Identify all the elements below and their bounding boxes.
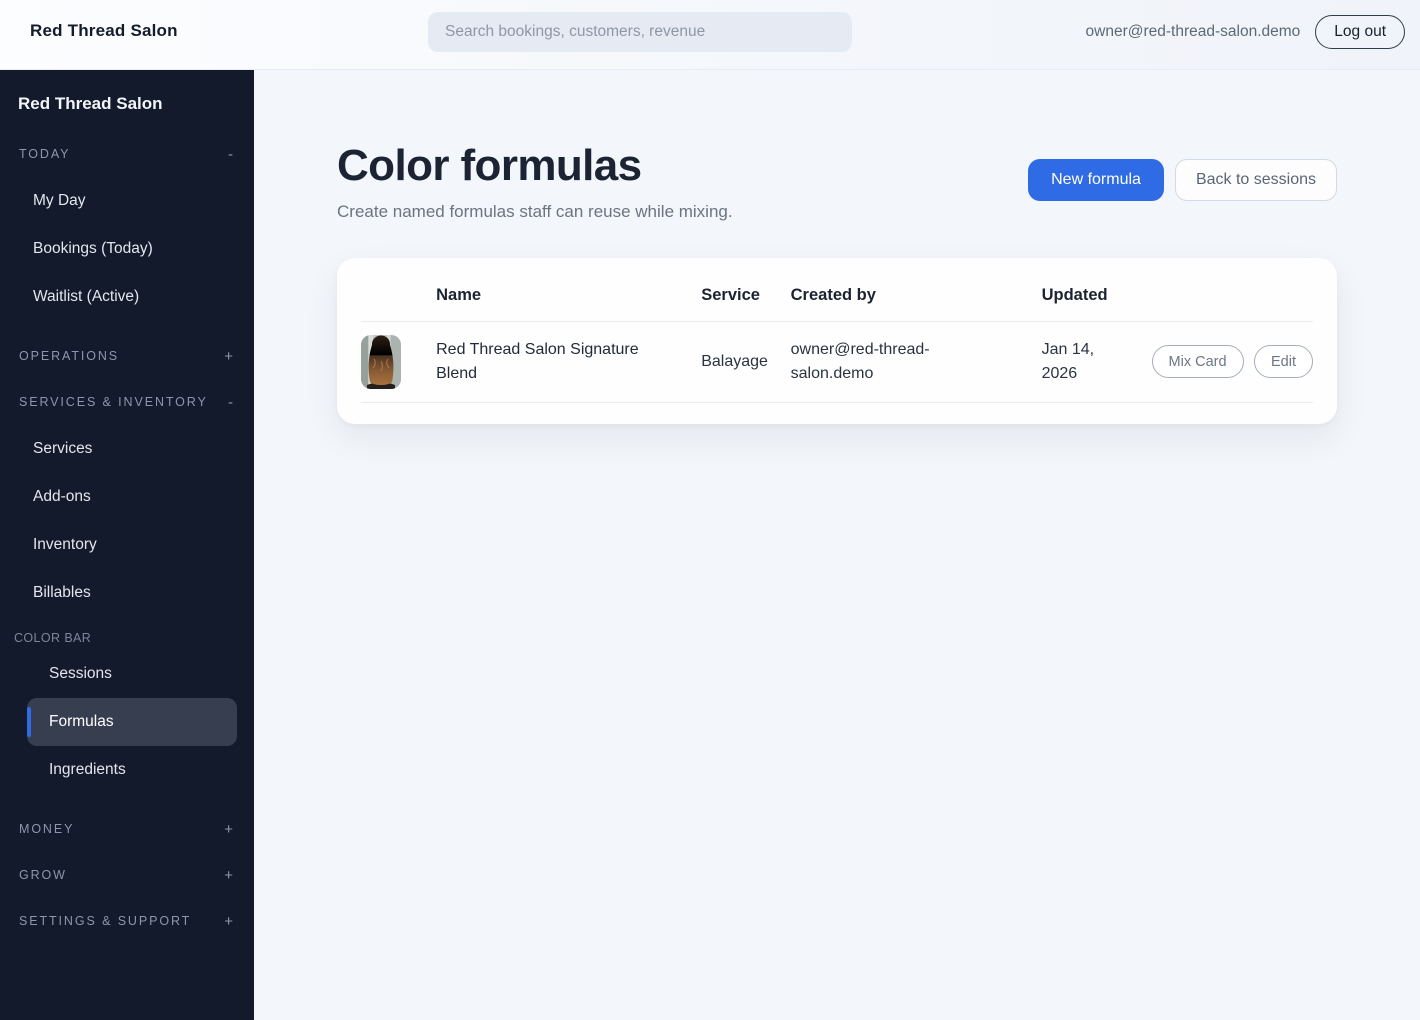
sidebar-item-sessions[interactable]: Sessions xyxy=(0,650,254,698)
sidebar-item-add-ons[interactable]: Add-ons xyxy=(0,473,254,521)
column-actions xyxy=(1151,281,1313,322)
page-header-text: Color formulas Create named formulas sta… xyxy=(337,140,733,222)
expand-plus-icon: + xyxy=(224,912,233,930)
sidebar-item-billables[interactable]: Billables xyxy=(0,569,254,617)
main-area: Color formulas Create named formulas sta… xyxy=(254,70,1420,1020)
section-label: MONEY xyxy=(19,822,75,836)
app-brand: Red Thread Salon xyxy=(30,21,178,40)
section-label: GROW xyxy=(19,868,67,882)
top-bar: Red Thread Salon owner@red-thread-salon.… xyxy=(0,0,1420,70)
mix-card-button[interactable]: Mix Card xyxy=(1151,345,1244,379)
page-actions: New formula Back to sessions xyxy=(1028,159,1337,201)
sidebar-item-waitlist-active[interactable]: Waitlist (Active) xyxy=(0,273,254,321)
user-email: owner@red-thread-salon.demo xyxy=(1085,23,1301,40)
page-header: Color formulas Create named formulas sta… xyxy=(337,140,1337,222)
column-name: Name xyxy=(436,281,702,322)
page-title: Color formulas xyxy=(337,141,642,190)
column-created-by: Created by xyxy=(790,281,1042,322)
search-input[interactable] xyxy=(428,12,852,52)
sidebar-section-settings-support[interactable]: SETTINGS & SUPPORT + xyxy=(0,898,254,944)
sidebar-item-inventory[interactable]: Inventory xyxy=(0,521,254,569)
global-search xyxy=(428,12,852,52)
column-photo xyxy=(361,281,437,322)
content-container: Color formulas Create named formulas sta… xyxy=(337,70,1337,424)
column-service: Service xyxy=(701,281,791,322)
logout-button[interactable]: Log out xyxy=(1315,15,1405,49)
table-header-row: Name Service Created by Updated xyxy=(361,281,1313,322)
column-updated: Updated xyxy=(1041,281,1152,322)
sidebar-section-money[interactable]: MONEY + xyxy=(0,806,254,852)
app-shell: Red Thread Salon TODAY - My Day Bookings… xyxy=(0,70,1420,1020)
collapse-minus-icon: - xyxy=(228,393,233,411)
sidebar-item-label: Formulas xyxy=(49,713,114,730)
formula-updated: Jan 14, 2026 xyxy=(1041,340,1095,382)
active-indicator-bar xyxy=(27,707,31,737)
formula-name: Red Thread Salon Signature Blend xyxy=(436,340,639,382)
edit-button[interactable]: Edit xyxy=(1254,345,1313,379)
expand-plus-icon: + xyxy=(224,347,233,365)
section-label: TODAY xyxy=(19,147,71,161)
sidebar-item-ingredients[interactable]: Ingredients xyxy=(0,746,254,794)
expand-plus-icon: + xyxy=(224,866,233,884)
formulas-table: Name Service Created by Updated Red Thre… xyxy=(361,281,1313,403)
section-label: SERVICES & INVENTORY xyxy=(19,395,208,409)
sidebar-section-services-inventory[interactable]: SERVICES & INVENTORY - xyxy=(0,379,254,425)
sidebar-section-grow[interactable]: GROW + xyxy=(0,852,254,898)
formulas-card: Name Service Created by Updated Red Thre… xyxy=(337,257,1337,424)
sidebar-section-today[interactable]: TODAY - xyxy=(0,131,254,177)
sidebar-item-my-day[interactable]: My Day xyxy=(0,177,254,225)
section-label: OPERATIONS xyxy=(19,349,120,363)
row-actions: Mix Card Edit xyxy=(1151,321,1313,403)
thumbnail-cell xyxy=(361,321,437,403)
formula-thumbnail-image xyxy=(361,334,401,389)
sidebar-title: Red Thread Salon xyxy=(18,94,163,113)
sidebar-item-bookings-today[interactable]: Bookings (Today) xyxy=(0,225,254,273)
section-label: SETTINGS & SUPPORT xyxy=(19,914,192,928)
new-formula-button[interactable]: New formula xyxy=(1028,159,1164,201)
sidebar: Red Thread Salon TODAY - My Day Bookings… xyxy=(0,70,254,1020)
header-user-area: owner@red-thread-salon.demo Log out xyxy=(1086,0,1405,64)
back-to-sessions-button[interactable]: Back to sessions xyxy=(1174,159,1337,201)
table-row: Red Thread Salon Signature Blend Balayag… xyxy=(361,321,1313,403)
sidebar-subgroup-color-bar: COLOR BAR xyxy=(14,631,92,645)
formula-service: Balayage xyxy=(701,321,791,403)
page-subtitle: Create named formulas staff can reuse wh… xyxy=(337,201,733,221)
sidebar-item-services[interactable]: Services xyxy=(0,425,254,473)
expand-plus-icon: + xyxy=(224,820,233,838)
collapse-minus-icon: - xyxy=(228,145,233,163)
formula-created-by: owner@red-thread-salon.demo xyxy=(790,340,930,382)
sidebar-section-operations[interactable]: OPERATIONS + xyxy=(0,333,254,379)
sidebar-item-formulas-active[interactable]: Formulas xyxy=(27,698,237,746)
